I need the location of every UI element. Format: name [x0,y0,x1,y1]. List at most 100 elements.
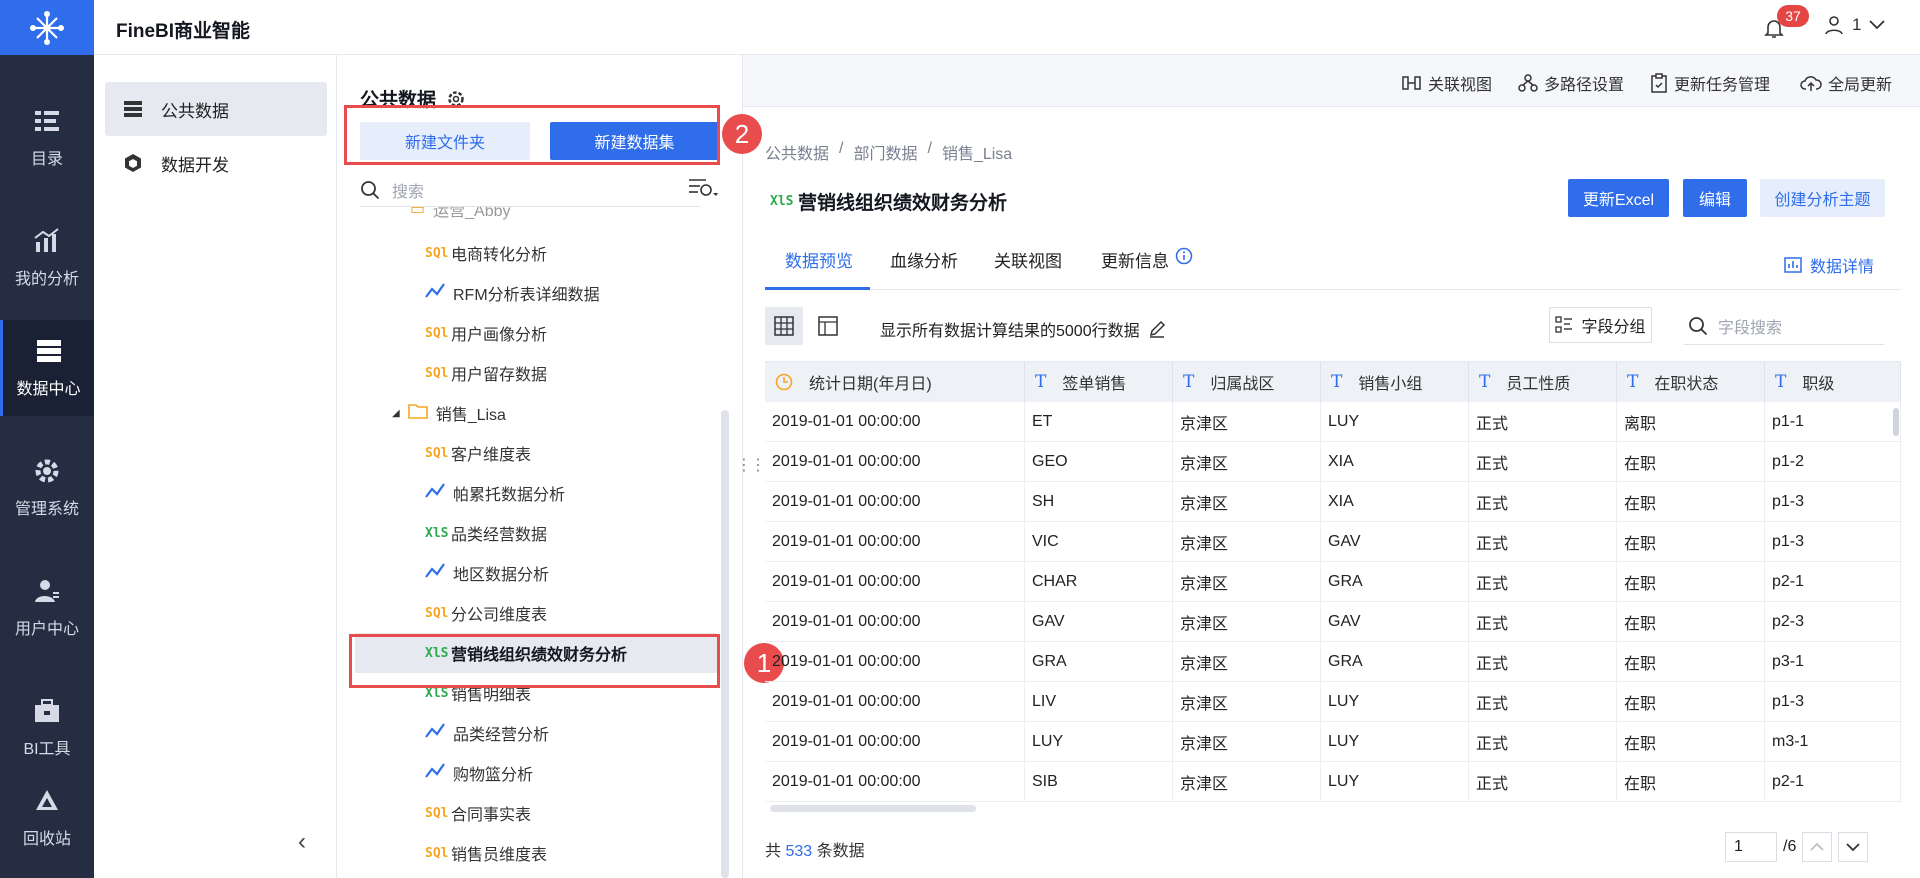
create-analysis-topic-button[interactable]: 创建分析主题 [1760,179,1885,217]
tree-search-input[interactable]: 搜索 [360,173,700,207]
sql-dataset-icon: SQl [425,325,449,341]
sidebar-item-data-dev[interactable]: 数据开发 [105,136,327,190]
update-task-button[interactable]: 更新任务管理 [1650,71,1770,95]
nav-my-analysis[interactable]: 我的分析 [0,210,94,306]
excel-dataset-icon: XlS [770,194,794,209]
tree-item[interactable]: SQl 用户留存数据 [425,353,715,393]
column-header[interactable]: T 员工性质 [1469,362,1617,402]
tree-item[interactable]: 购物篮分析 [425,753,715,793]
tree-item[interactable]: SQl 客户维度表 [425,433,715,473]
column-header[interactable]: T 在职状态 [1617,362,1765,402]
column-header[interactable]: T 职级 [1765,362,1901,402]
preview-description: 显示所有数据计算结果的5000行数据 [880,317,1166,341]
table-vertical-scrollbar[interactable] [1893,408,1899,436]
column-header-label: 在职状态 [1654,376,1719,393]
tree-item-selected[interactable]: XlS 营销线组织绩效财务分析 [355,633,717,673]
field-group-label: 字段分组 [1581,319,1646,336]
table-cell: GAV [1321,522,1469,562]
tree-item[interactable]: 帕累托数据分析 [425,473,715,513]
breadcrumb-item[interactable]: 部门数据 [853,140,917,164]
tree-item[interactable]: SQl 用户画像分析 [425,313,715,353]
global-update-button[interactable]: 全局更新 [1800,71,1892,95]
nav-recycle-bin[interactable]: 回收站 [0,770,94,866]
nav-bi-tools[interactable]: BI工具 [0,680,94,776]
tree-item[interactable]: XlS 品类经营数据 [425,513,715,553]
nav-data-center[interactable]: 数据中心 [0,320,94,416]
new-folder-button[interactable]: 新建文件夹 [360,122,530,160]
table-cell: 在职 [1617,642,1765,682]
grid-view-button[interactable] [765,307,803,345]
tree-item-label: 帕累托数据分析 [453,487,566,504]
settings-gear-icon[interactable] [446,89,466,109]
data-detail-link[interactable]: 数据详情 [1784,253,1874,277]
grid-icon [774,316,794,336]
breadcrumb-item[interactable]: 销售_Lisa [942,140,1012,164]
user-menu[interactable]: 1 [1824,15,1886,35]
table-horizontal-scrollbar[interactable] [770,805,976,812]
page-number-input[interactable]: 1 [1725,832,1777,862]
table-cell: p2-3 [1765,602,1901,642]
next-page-button[interactable] [1838,832,1869,862]
column-header[interactable]: T 归属战区 [1173,362,1321,402]
tree-item-label: 客户维度表 [451,447,532,464]
column-header[interactable]: T 签单销售 [1025,362,1173,402]
tree-folder[interactable]: ◢ 销售_Lisa [392,393,712,433]
tree-item[interactable]: SQl 分公司维度表 [425,593,715,633]
edit-pencil-icon[interactable] [1148,320,1166,338]
tree-item-label: 销售员维度表 [451,847,548,864]
tree-item[interactable]: 地区数据分析 [425,553,715,593]
tab-update-info[interactable]: 更新信息 [1101,247,1193,290]
table-cell: 京津区 [1173,562,1321,602]
table-cell: GRA [1025,642,1173,682]
sidebar-item-public-data[interactable]: 公共数据 [105,82,327,136]
sidebar-item-label: 公共数据 [161,101,229,121]
multipath-settings-button[interactable]: 多路径设置 [1518,71,1624,95]
edit-button[interactable]: 编辑 [1683,179,1747,217]
tree-item[interactable]: SQl 电商转化分析 [425,233,715,273]
tree-item[interactable]: RFM分析表详细数据 [425,273,715,313]
field-group-button[interactable]: 字段分组 [1549,307,1652,343]
table-cell: 正式 [1469,642,1617,682]
tree-item[interactable]: SQl 合同事实表 [425,793,715,833]
tree-item[interactable]: XlS 销售明细表 [425,673,715,713]
nav-management[interactable]: 管理系统 [0,440,94,536]
table-cell: 2019-01-01 00:00:00 [765,602,1025,642]
table-cell: 正式 [1469,402,1617,442]
breadcrumb-item[interactable]: 公共数据 [765,140,829,164]
tab-label: 血缘分析 [890,252,958,271]
table-row: 2019-01-01 00:00:00 LUY 京津区 LUY 正式 在职 m3-1 [765,722,1901,762]
prev-page-button[interactable] [1802,832,1833,862]
sql-dataset-icon: SQl [425,845,449,861]
top-header: FineBI商业智能 37 1 [0,0,1920,55]
table-cell: 在职 [1617,442,1765,482]
panel-resize-handle[interactable]: ⋮⋮ [736,455,766,475]
column-header-label: 销售小组 [1358,376,1423,393]
tree-scrollbar[interactable] [721,410,729,878]
relation-view-button[interactable]: 关联视图 [1402,71,1492,95]
field-search-input[interactable]: 字段搜索 [1684,307,1884,345]
tab-lineage[interactable]: 血缘分析 [890,247,958,290]
collapse-sidebar-icon[interactable]: ‹ [298,828,306,856]
notification-badge: 37 [1777,5,1809,27]
filter-sort-icon[interactable] [688,177,718,204]
nav-user-center[interactable]: 用户中心 [0,560,94,656]
tree-item-label: 购物篮分析 [453,767,534,784]
column-header[interactable]: 统计日期(年月日) [765,362,1025,402]
public-data-tree-panel: 公共数据 新建文件夹 新建数据集 搜索 ▭ 运营_Abby SQl 电商转化分析 … [337,55,743,878]
field-search-placeholder: 字段搜索 [1718,319,1783,337]
new-dataset-button[interactable]: 新建数据集 [550,122,719,160]
tree-folder-partial[interactable]: ▭ 运营_Abby [410,207,710,229]
table-row: 2019-01-01 00:00:00 VIC 京津区 GAV 正式 在职 p1-3 [765,522,1901,562]
tab-data-preview[interactable]: 数据预览 [765,247,870,290]
nav-catalog[interactable]: 目录 [0,90,94,186]
finebi-logo[interactable] [0,0,94,55]
update-excel-button[interactable]: 更新Excel [1568,179,1669,217]
tree-item[interactable]: SQl 销售员维度表 [425,833,715,873]
column-header[interactable]: T 销售小组 [1321,362,1469,402]
tree-item[interactable]: 品类经营分析 [425,713,715,753]
pagination: 1 /6 [1725,832,1869,862]
layout-view-button[interactable] [809,307,847,345]
tab-label: 更新信息 [1101,252,1169,271]
tab-relation-view[interactable]: 关联视图 [994,247,1062,290]
table-cell: 京津区 [1173,402,1321,442]
